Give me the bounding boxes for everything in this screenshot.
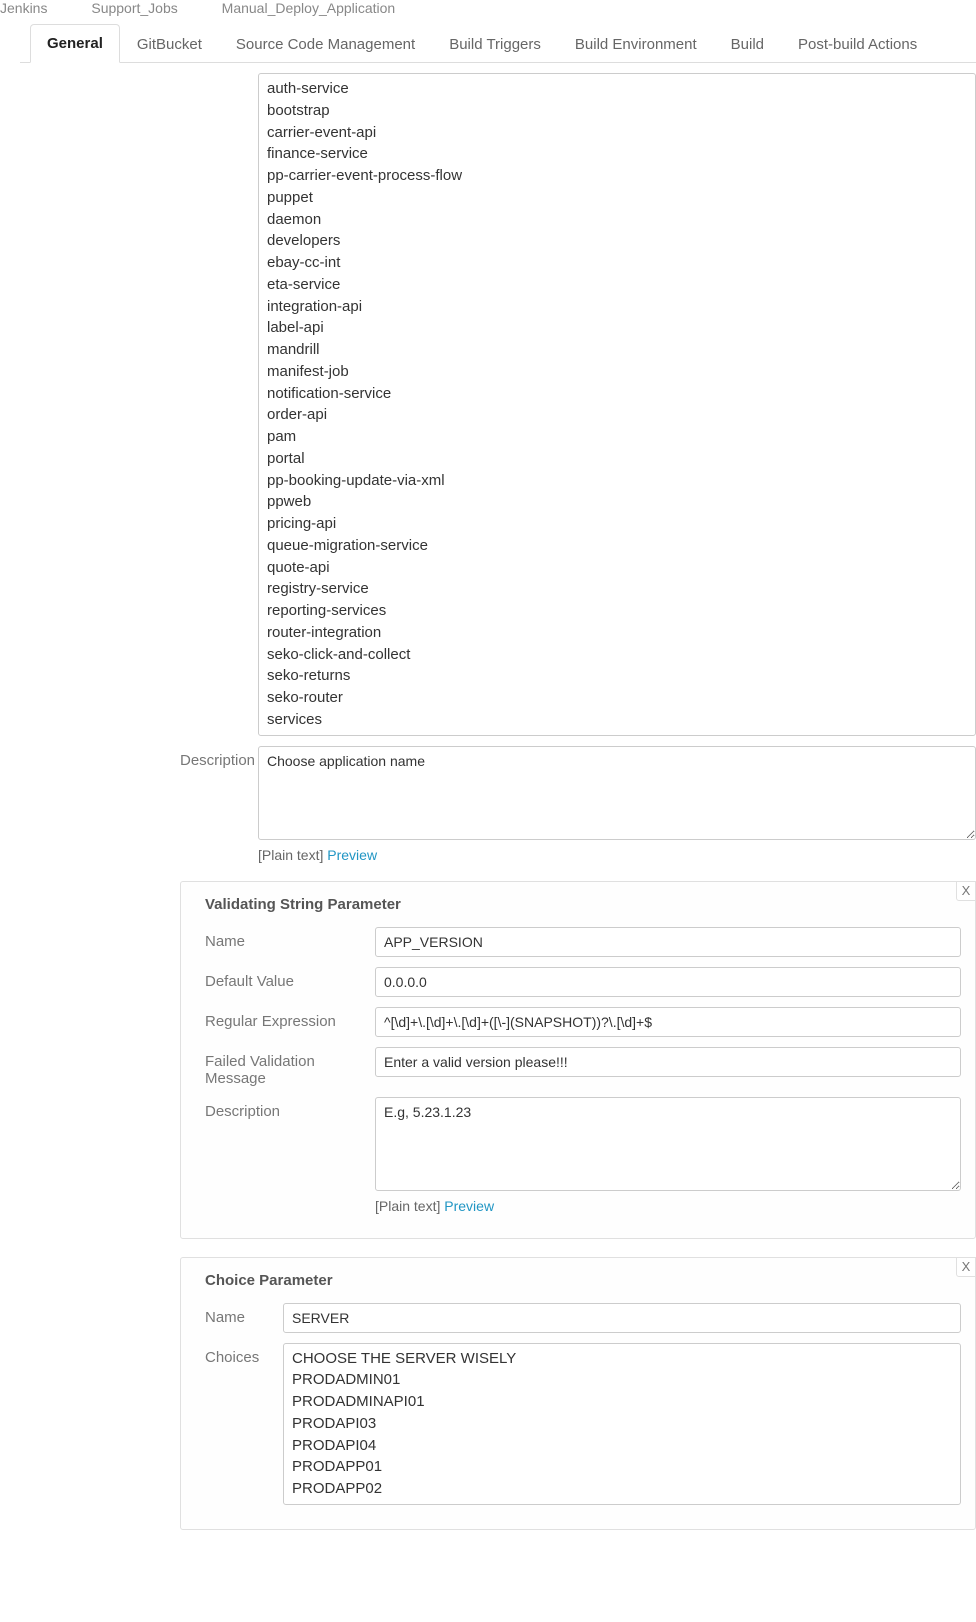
tab-build-environment[interactable]: Build Environment [558,25,714,63]
list-item: seko-click-and-collect [267,644,967,666]
description-label: Description [180,746,258,769]
name-label: Name [205,1303,283,1326]
list-item: PRODAPP02 [292,1478,952,1500]
list-item: integration-api [267,296,967,318]
default-value-input[interactable] [375,967,961,997]
section-title: Choice Parameter [205,1272,961,1289]
list-item: notification-service [267,383,967,405]
preview-link[interactable]: Preview [444,1198,494,1214]
tab-build[interactable]: Build [714,25,781,63]
list-item: ppweb [267,491,967,513]
list-item: mandrill [267,339,967,361]
preview-link[interactable]: Preview [327,847,377,863]
list-item: carrier-event-api [267,122,967,144]
list-item: label-api [267,317,967,339]
list-item: router-integration [267,622,967,644]
validating-string-parameter-section: X Validating String Parameter Name Defau… [180,881,976,1239]
description-format-hint: [Plain text] Preview [258,847,976,863]
list-item: developers [267,230,967,252]
list-item: CHOOSE THE SERVER WISELY [292,1348,952,1370]
breadcrumb-item[interactable]: Manual_Deploy_Application [222,0,396,16]
list-item: services [267,709,967,731]
list-item: PRODADMIN01 [292,1369,952,1391]
name-label: Name [205,927,375,950]
list-item: pricing-api [267,513,967,535]
failmsg-label: Failed Validation Message [205,1047,375,1087]
list-item: puppet [267,187,967,209]
failmsg-input[interactable] [375,1047,961,1077]
list-item: PRODADMINAPI01 [292,1391,952,1413]
list-item: manifest-job [267,361,967,383]
section-title: Validating String Parameter [205,896,961,913]
list-item: daemon [267,209,967,231]
description-label: Description [205,1097,375,1120]
server-choices-textarea[interactable]: CHOOSE THE SERVER WISELYPRODADMIN01PRODA… [283,1343,961,1505]
list-item: bootstrap [267,100,967,122]
app-description-textarea[interactable] [258,746,976,840]
list-item: pp-carrier-event-process-flow [267,165,967,187]
list-item: PRODAPI03 [292,1413,952,1435]
tab-scm[interactable]: Source Code Management [219,25,432,63]
plain-text-label: [Plain text] [258,847,327,863]
close-icon[interactable]: X [956,881,976,901]
list-item: finance-service [267,143,967,165]
description-format-hint: [Plain text] Preview [375,1198,961,1214]
breadcrumb: Jenkins Support_Jobs Manual_Deploy_Appli… [0,0,976,24]
tab-build-triggers[interactable]: Build Triggers [432,25,558,63]
regex-label: Regular Expression [205,1007,375,1030]
list-item: order-api [267,404,967,426]
plain-text-label: [Plain text] [375,1198,444,1214]
tab-gitbucket[interactable]: GitBucket [120,25,219,63]
list-item: PRODAPP01 [292,1456,952,1478]
list-item: portal [267,448,967,470]
name-input[interactable] [375,927,961,957]
default-value-label: Default Value [205,967,375,990]
list-item: quote-api [267,557,967,579]
regex-input[interactable] [375,1007,961,1037]
breadcrumb-item[interactable]: Support_Jobs [91,0,177,16]
name-input[interactable] [283,1303,961,1333]
choices-label: Choices [205,1343,283,1366]
list-item: reporting-services [267,600,967,622]
list-item: auth-service [267,78,967,100]
list-item: seko-returns [267,665,967,687]
list-item: eta-service [267,274,967,296]
list-item: seko-router [267,687,967,709]
list-item: ebay-cc-int [267,252,967,274]
list-item: queue-migration-service [267,535,967,557]
breadcrumb-item[interactable]: Jenkins [0,0,47,16]
close-icon[interactable]: X [956,1257,976,1277]
choices-label-implied [180,73,258,79]
config-tabs: General GitBucket Source Code Management… [20,24,976,62]
choice-parameter-section: X Choice Parameter Name Choices CHOOSE T… [180,1257,976,1530]
tab-general[interactable]: General [30,24,120,63]
list-item: registry-service [267,578,967,600]
list-item: pam [267,426,967,448]
list-item: PRODAPI04 [292,1435,952,1457]
app-choices-textarea[interactable]: auth-servicebootstrapcarrier-event-apifi… [258,73,976,736]
list-item: pp-booking-update-via-xml [267,470,967,492]
description-textarea[interactable] [375,1097,961,1191]
tab-post-build[interactable]: Post-build Actions [781,25,934,63]
